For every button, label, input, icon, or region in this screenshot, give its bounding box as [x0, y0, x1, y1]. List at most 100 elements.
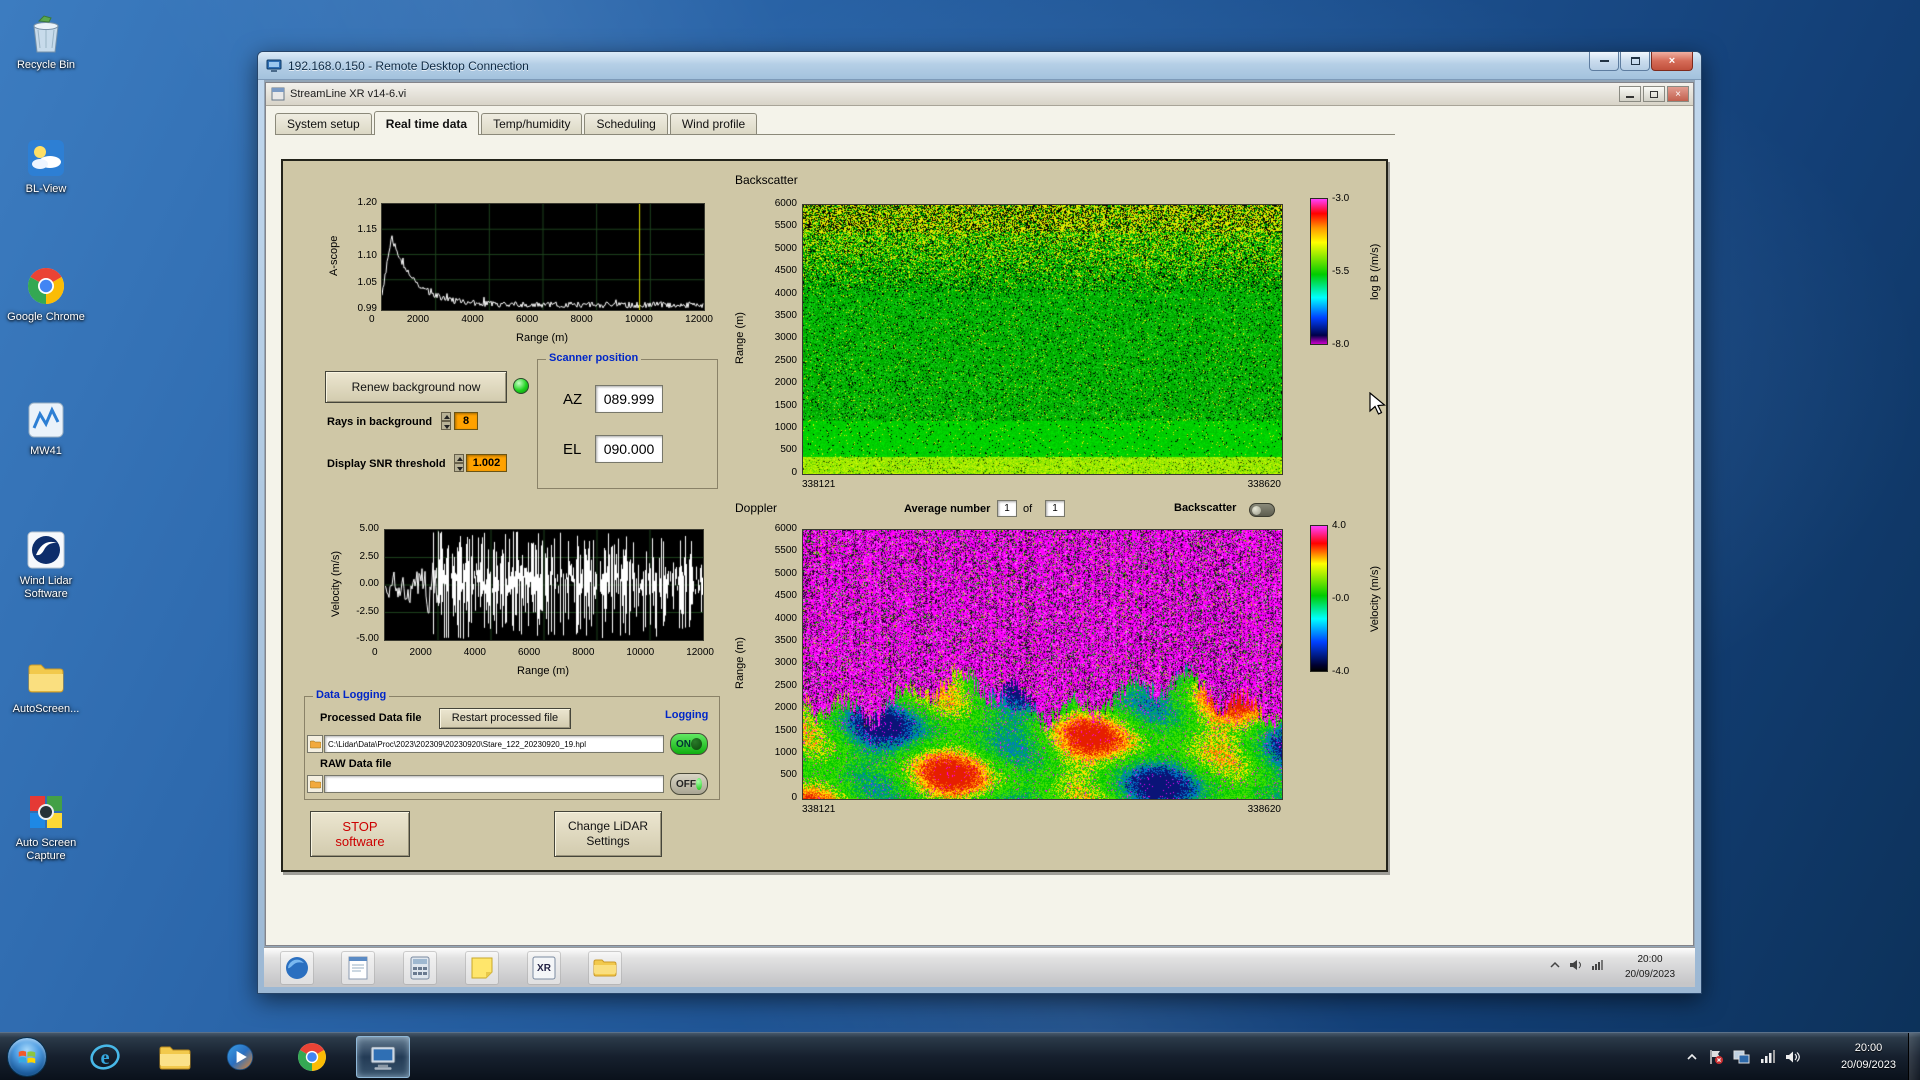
- restart-processed-file-button[interactable]: Restart processed file: [439, 708, 571, 729]
- remote-streamline-xr-icon[interactable]: XR: [527, 951, 561, 985]
- realtime-panel: A-scope 1.20 1.15 1.10 1.05 0.99 0 2000 4000 60…: [281, 159, 1388, 872]
- average-number-field[interactable]: 1: [997, 500, 1017, 517]
- backscatter-y-axis-label: Range (m): [734, 312, 746, 365]
- remote-clock[interactable]: 20:00 20/09/2023: [1611, 952, 1689, 982]
- tab-scheduling[interactable]: Scheduling: [584, 113, 668, 134]
- auto-screen-capture-icon: [24, 790, 68, 834]
- average-of-label: of: [1023, 503, 1033, 515]
- desktop-icon-auto-screen-capture[interactable]: Auto Screen Capture: [4, 790, 88, 863]
- doppler-colorbar: [1310, 525, 1328, 672]
- data-logging-group: Data Logging Processed Data file Restart…: [304, 689, 720, 800]
- stop-button-line2: software: [335, 834, 385, 849]
- desktop-icon-bl-view[interactable]: BL-View: [4, 136, 88, 196]
- xr-icon-label: XR: [537, 962, 551, 974]
- remote-notepad-icon[interactable]: [341, 951, 375, 985]
- taskbar-rdp-active-button[interactable]: [356, 1036, 410, 1078]
- desktop-icon-mw41[interactable]: MW41: [4, 398, 88, 458]
- processed-logging-toggle[interactable]: ON: [670, 733, 708, 755]
- scanner-position-group: Scanner position AZ 089.999 EL 090.000: [537, 352, 718, 489]
- desktop-icon-label: Auto Screen Capture: [15, 837, 77, 862]
- tab-temp-humidity[interactable]: Temp/humidity: [481, 113, 583, 134]
- rays-value-field[interactable]: 8: [454, 412, 478, 430]
- rays-stepper[interactable]: [441, 412, 451, 430]
- tab-system-setup[interactable]: System setup: [275, 113, 372, 134]
- show-desktop-button[interactable]: [1908, 1033, 1920, 1080]
- stop-software-button[interactable]: STOP software: [310, 811, 410, 857]
- backscatter-doppler-toggle[interactable]: [1249, 503, 1275, 517]
- velocity-y-ticks: 5.00 2.50 0.00 -2.50 -5.00: [356, 523, 379, 644]
- processed-file-browse-icon[interactable]: [307, 735, 323, 753]
- desktop-icon-autoscreen[interactable]: AutoScreen...: [4, 656, 88, 716]
- data-logging-title: Data Logging: [313, 689, 390, 701]
- raw-data-file-path[interactable]: [324, 775, 664, 793]
- snr-value-field[interactable]: 1.002: [466, 454, 507, 472]
- desktop-icon-wind-lidar[interactable]: Wind Lidar Software: [4, 528, 88, 601]
- desktop-icon-label: AutoScreen...: [12, 703, 80, 715]
- taskbar-chrome-icon[interactable]: [292, 1037, 332, 1077]
- backscatter-colorbar: [1310, 198, 1328, 345]
- app-minimize-button[interactable]: [1619, 86, 1641, 102]
- remote-network-icon[interactable]: [1591, 959, 1603, 971]
- remote-calculator-icon[interactable]: [403, 951, 437, 985]
- desktop-icon-recycle-bin[interactable]: Recycle Bin: [4, 12, 88, 72]
- svg-text:e: e: [100, 1047, 109, 1069]
- az-field[interactable]: 089.999: [595, 385, 663, 413]
- raw-logging-toggle[interactable]: OFF: [670, 773, 708, 795]
- remote-sticky-notes-icon[interactable]: [465, 951, 499, 985]
- start-button[interactable]: [7, 1037, 47, 1077]
- doppler-x-labels: 338121 338620: [802, 804, 1281, 815]
- volume-tray-icon[interactable]: [1785, 1050, 1800, 1064]
- tab-wind-profile[interactable]: Wind profile: [669, 113, 758, 134]
- remote-clock-date: 20/09/2023: [1624, 969, 1676, 980]
- action-center-flag-icon[interactable]: [1708, 1049, 1723, 1065]
- app-close-button[interactable]: ×: [1667, 86, 1689, 102]
- change-lidar-settings-button[interactable]: Change LiDAR Settings: [554, 811, 662, 857]
- show-hidden-icons-button[interactable]: [1686, 1052, 1698, 1062]
- taskbar-media-player-icon[interactable]: [220, 1037, 260, 1077]
- backscatter-colorbar-label: log B (/m/s): [1369, 243, 1381, 300]
- rdp-minimize-button[interactable]: [1589, 52, 1619, 71]
- average-total-field[interactable]: 1: [1045, 500, 1065, 517]
- doppler-colorbar-label: Velocity (m/s): [1369, 565, 1381, 632]
- desktop-icon-google-chrome[interactable]: Google Chrome: [4, 264, 88, 324]
- desktop: Recycle Bin BL-View Google Chrome MW41 W…: [0, 0, 1920, 1080]
- remote-folder-icon[interactable]: [588, 951, 622, 985]
- recycle-bin-icon: [24, 12, 68, 56]
- doppler-heatmap: [802, 529, 1283, 800]
- tab-real-time-data[interactable]: Real time data: [373, 111, 480, 135]
- remote-browser-icon[interactable]: [280, 951, 314, 985]
- renew-background-led: [513, 378, 529, 394]
- taskbar-clock-time: 20:00: [1854, 1042, 1883, 1054]
- app-titlebar[interactable]: StreamLine XR v14-6.vi ×: [266, 83, 1693, 106]
- doppler-colorbar-ticks: 4.0 -0.0 -4.0: [1332, 520, 1350, 677]
- remote-hidden-icons-arrow[interactable]: [1550, 961, 1560, 969]
- network-tray-icon[interactable]: [1760, 1050, 1775, 1064]
- rdp-session-tray-icon[interactable]: [1733, 1050, 1750, 1065]
- rdp-close-button[interactable]: ×: [1651, 52, 1693, 71]
- app-icon: [271, 87, 285, 101]
- taskbar-ie-icon[interactable]: e: [85, 1037, 125, 1077]
- backscatter-y-ticks: 6000 5500 5000 4500 4000 3500 3000 2500 2000 1500…: [774, 198, 797, 478]
- desktop-icon-label: Google Chrome: [7, 311, 85, 323]
- toggle-on-label: ON: [676, 738, 691, 750]
- processed-data-file-path[interactable]: C:\Lidar\Data\Proc\2023\202309\20230920\…: [324, 735, 664, 753]
- raw-file-browse-icon[interactable]: [307, 775, 323, 793]
- rdp-maximize-button[interactable]: [1620, 52, 1650, 71]
- backscatter-toggle-label: Backscatter: [1174, 502, 1237, 514]
- doppler-y-axis-label: Range (m): [734, 637, 746, 690]
- doppler-section-title: Doppler: [735, 501, 778, 515]
- taskbar-clock[interactable]: 20:00 20/09/2023: [1841, 1040, 1896, 1074]
- settings-button-line2: Settings: [586, 834, 630, 848]
- remote-volume-icon[interactable]: [1569, 959, 1582, 971]
- renew-background-button[interactable]: Renew background now: [325, 371, 507, 403]
- snr-stepper[interactable]: [454, 454, 464, 472]
- taskbar-explorer-icon[interactable]: [155, 1037, 195, 1077]
- app-restore-button[interactable]: [1643, 86, 1665, 102]
- rdp-titlebar[interactable]: 192.168.0.150 - Remote Desktop Connectio…: [258, 52, 1701, 80]
- folder-icon: [24, 656, 68, 700]
- remote-system-tray: [1550, 959, 1603, 971]
- scanner-position-title: Scanner position: [546, 352, 642, 364]
- el-field[interactable]: 090.000: [595, 435, 663, 463]
- raw-data-file-label: RAW Data file: [320, 758, 392, 770]
- doppler-y-ticks: 6000 5500 5000 4500 4000 3500 3000 2500 2000 1500…: [774, 523, 797, 803]
